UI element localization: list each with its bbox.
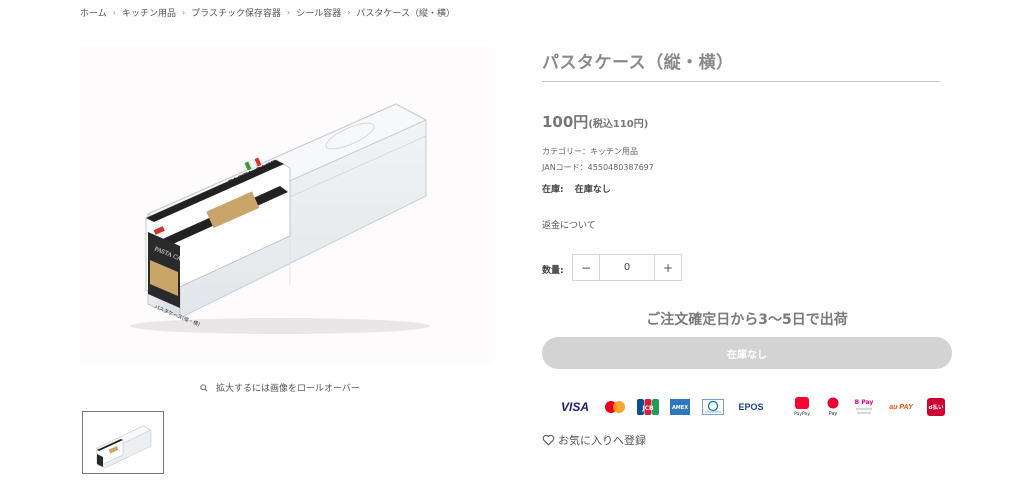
title-divider <box>542 81 940 82</box>
chevron-right-icon: › <box>112 8 116 17</box>
svg-text:Pay: Pay <box>829 411 838 417</box>
quantity-stepper: − 0 + <box>572 254 682 281</box>
heart-icon <box>542 434 555 446</box>
paypay-icon: PayPay <box>790 397 814 417</box>
diners-club-icon <box>700 399 726 415</box>
svg-text:PayPay: PayPay <box>794 411 810 417</box>
svg-text:JCB: JCB <box>641 405 654 412</box>
stock-status: 在庫: 在庫なし <box>542 182 611 195</box>
svg-text:AMEX: AMEX <box>672 405 688 411</box>
chevron-right-icon: › <box>181 8 186 17</box>
refund-policy-link[interactable]: 返金について <box>542 218 596 231</box>
price-main: 100円 <box>542 113 589 131</box>
stock-label: 在庫: <box>542 185 564 195</box>
jcb-icon: JCB <box>636 399 660 415</box>
thumbnail-image <box>96 425 152 469</box>
quantity-decrease-button[interactable]: − <box>573 255 600 280</box>
visa-icon: VISA <box>560 400 589 414</box>
add-to-favorites-button[interactable]: お気に入りへ登録 <box>542 432 646 448</box>
payment-methods: VISA JCB AMEX EPOS PayPay Pay B Pay au P… <box>556 394 954 420</box>
breadcrumb-kitchen[interactable]: キッチン用品 <box>122 6 176 19</box>
bank-pay-icon: B Pay <box>852 396 876 418</box>
quantity-input[interactable]: 0 <box>600 255 654 280</box>
breadcrumb-home[interactable]: ホーム <box>80 6 107 19</box>
price-tax: (税込110円) <box>588 119 649 130</box>
sold-out-button[interactable]: 在庫なし <box>542 337 952 369</box>
d-barai-icon: d払い <box>926 398 946 416</box>
amex-icon: AMEX <box>668 399 692 415</box>
quantity-label: 数量: <box>542 266 564 276</box>
breadcrumb-current: パスタケース（縦・横） <box>356 9 455 19</box>
page-title: パスタケース（縦・横） <box>542 53 734 73</box>
zoom-hint: 拡大するには画像をロールオーバー <box>200 381 360 394</box>
mastercard-icon <box>602 400 628 414</box>
search-icon <box>200 383 208 392</box>
product-thumbnail[interactable] <box>82 411 164 474</box>
epos-icon: EPOS <box>738 402 764 412</box>
zoom-hint-text: 拡大するには画像をロールオーバー <box>216 384 360 394</box>
pasta-case-illustration: PASTA CASE PASTA CASE パスタケース(縦・横) <box>130 103 430 334</box>
shipping-note: ご注文確定日から3〜5日で出荷 <box>646 312 848 328</box>
au-pay-icon: au PAY <box>889 403 913 411</box>
svg-text:d払い: d払い <box>929 403 944 411</box>
breadcrumb-plastic-containers[interactable]: プラスチック保存容器 <box>191 6 281 19</box>
product-main-image[interactable]: PASTA CASE PASTA CASE パスタケース(縦・横) <box>80 46 492 364</box>
favorites-label: お気に入りへ登録 <box>558 434 646 447</box>
product-jan-code: JANコード：4550480387697 <box>542 163 654 172</box>
merpay-icon: Pay <box>822 397 844 417</box>
breadcrumb: ホーム › キッチン用品 › プラスチック保存容器 › シール容器 › パスタケ… <box>80 6 455 19</box>
stock-value: 在庫なし <box>574 185 611 195</box>
product-price: 100円(税込110円) <box>542 111 648 132</box>
chevron-right-icon: › <box>286 8 291 17</box>
product-category: カテゴリー：キッチン用品 <box>542 147 638 156</box>
quantity-increase-button[interactable]: + <box>654 255 681 280</box>
breadcrumb-seal-containers[interactable]: シール容器 <box>296 6 341 19</box>
svg-text:B Pay: B Pay <box>855 399 874 406</box>
chevron-right-icon: › <box>347 8 351 17</box>
